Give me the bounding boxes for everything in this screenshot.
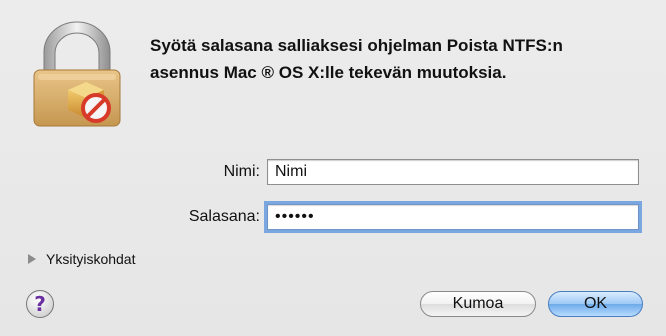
authentication-dialog: Syötä salasana salliaksesi ohjelman Pois… <box>0 0 666 336</box>
help-button[interactable]: ? <box>26 290 54 318</box>
password-field[interactable] <box>267 204 639 230</box>
cancel-button[interactable]: Kumoa <box>420 291 536 317</box>
name-field[interactable] <box>267 159 639 185</box>
ok-button[interactable]: OK <box>548 291 643 317</box>
password-label: Salasana: <box>188 208 260 225</box>
details-disclosure[interactable]: Yksityiskohdat <box>28 251 135 267</box>
details-label: Yksityiskohdat <box>46 251 136 267</box>
name-label: Nimi: <box>223 163 260 180</box>
lock-icon <box>33 21 121 127</box>
disclosure-triangle-icon[interactable] <box>28 254 36 264</box>
auth-message: Syötä salasana salliaksesi ohjelman Pois… <box>150 36 563 82</box>
